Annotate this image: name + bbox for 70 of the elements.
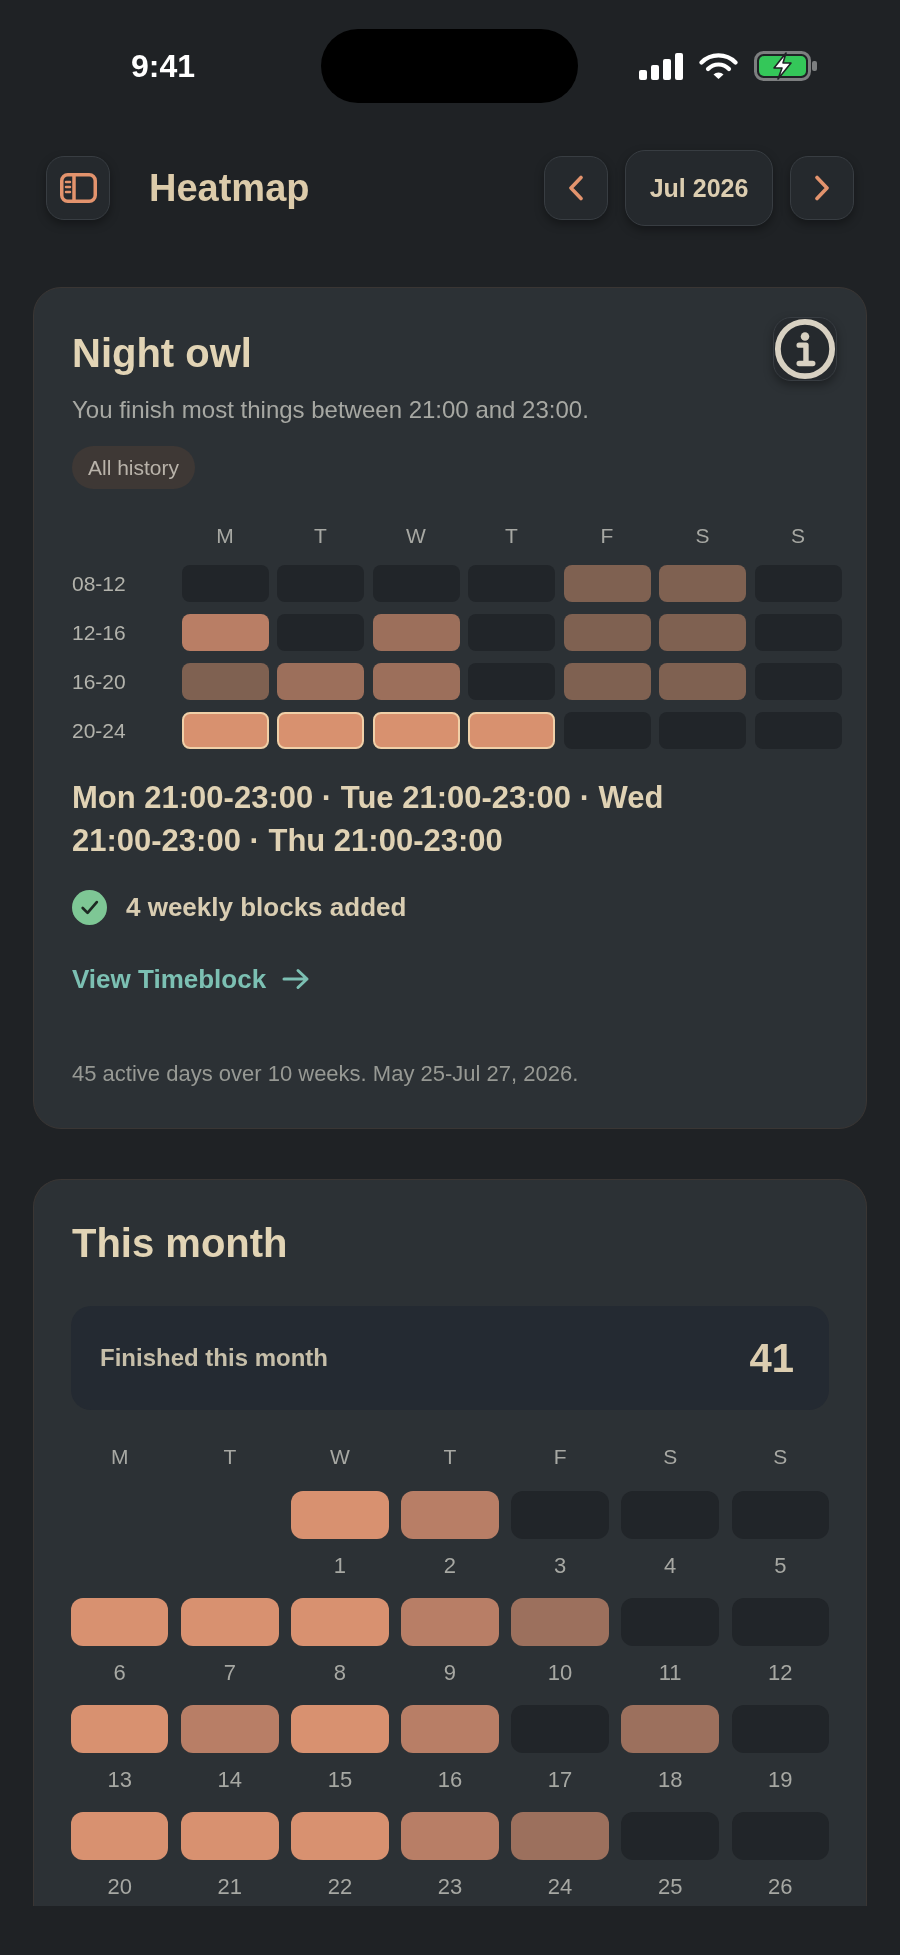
weekday-label: F: [552, 1444, 568, 1470]
day-number: 24: [547, 1874, 573, 1900]
page-title: Heatmap: [149, 166, 310, 210]
weekday-label: W: [329, 1444, 351, 1470]
info-button[interactable]: [773, 317, 837, 381]
check-circle-icon: [72, 890, 107, 925]
day-number: 13: [107, 1767, 132, 1793]
day-number: 17: [547, 1767, 573, 1793]
card-title: This month: [72, 1220, 288, 1267]
battery-icon: [754, 51, 817, 81]
wifi-icon: [699, 52, 738, 80]
day-number: 15: [327, 1767, 353, 1793]
next-month-button[interactable]: [790, 156, 854, 220]
weekday-label: S: [772, 1444, 789, 1470]
day-number: 18: [657, 1767, 683, 1793]
weekday-label: M: [215, 523, 235, 549]
weekday-label: M: [110, 1444, 130, 1470]
time-range-label: 16-20: [72, 669, 127, 695]
weekday-label: T: [313, 523, 328, 549]
weekday-label: T: [442, 1444, 458, 1470]
weekday-label: T: [222, 1444, 238, 1470]
previous-month-button[interactable]: [544, 156, 608, 220]
status-text: 4 weekly blocks added: [126, 892, 407, 923]
day-number: 16: [437, 1767, 463, 1793]
filter-chip[interactable]: All history: [72, 446, 196, 489]
day-number: 7: [223, 1660, 236, 1686]
view-timeblock-link[interactable]: View Timeblock: [72, 963, 311, 995]
footnote-text: 45 active days over 10 weeks. May 25-Jul 27, 2026.: [72, 1060, 580, 1088]
weekday-label: S: [694, 523, 711, 549]
time-range-label: 12-16: [72, 620, 127, 646]
weekday-label: S: [662, 1444, 679, 1470]
status-time: 9:41: [131, 47, 197, 85]
weekday-label: W: [405, 523, 427, 549]
day-number: 1: [333, 1553, 347, 1579]
chevron-left-icon: [568, 175, 584, 201]
day-number: 26: [768, 1874, 793, 1900]
stat-value: 41: [749, 1335, 794, 1381]
day-number: 8: [333, 1660, 347, 1686]
time-block-summary: Mon 21:00-23:00 · Tue 21:00-23:00 · Wed 21:00-23:00 · Thu 21:00-23:00: [72, 779, 665, 860]
day-number: 10: [547, 1660, 573, 1686]
sidebar-icon: [59, 173, 97, 203]
day-number: 25: [657, 1874, 683, 1900]
weekday-label: F: [599, 523, 615, 549]
info-icon: [774, 318, 836, 380]
day-number: 9: [443, 1660, 457, 1686]
time-range-label: 08-12: [72, 571, 127, 597]
day-number: 12: [768, 1660, 793, 1686]
day-number: 2: [443, 1553, 457, 1579]
day-number: 6: [113, 1660, 126, 1686]
day-number: 21: [217, 1874, 243, 1900]
signal-icon: [639, 52, 683, 80]
day-number: 14: [217, 1767, 243, 1793]
card-title: Night owl: [72, 330, 252, 377]
day-number: 20: [107, 1874, 132, 1900]
day-number: 22: [327, 1874, 353, 1900]
day-number: 4: [664, 1553, 677, 1579]
day-number: 23: [437, 1874, 463, 1900]
day-number: 11: [658, 1660, 682, 1686]
chevron-right-icon: [814, 175, 830, 201]
month-button[interactable]: Jul 2026: [625, 150, 773, 226]
weekday-label: S: [790, 523, 806, 549]
time-range-label: 20-24: [72, 718, 127, 744]
day-number: 5: [774, 1553, 787, 1579]
day-number: 3: [553, 1553, 567, 1579]
card-subtitle: You finish most things between 21:00 and 23:00.: [72, 395, 590, 425]
arrow-right-icon: [282, 968, 311, 990]
stat-label: Finished this month: [100, 1344, 328, 1372]
day-number: 19: [768, 1767, 793, 1793]
weekday-label: T: [504, 523, 519, 549]
sidebar-toggle-button[interactable]: [46, 156, 110, 220]
